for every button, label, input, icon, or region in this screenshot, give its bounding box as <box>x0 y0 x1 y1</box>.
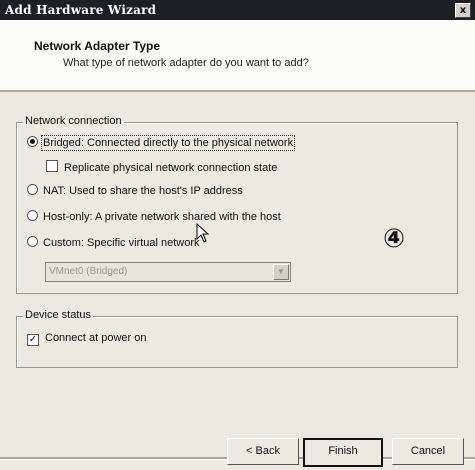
window-title: Add Hardware Wizard <box>5 3 157 17</box>
wizard-header: Network Adapter Type What type of networ… <box>0 20 475 92</box>
custom-network-select-value: VMnet0 (Bridged) <box>49 266 128 277</box>
device-status-legend: Device status <box>23 309 94 321</box>
page-title: Network Adapter Type <box>34 39 161 53</box>
chevron-down-icon[interactable]: ▼ <box>273 264 289 280</box>
connect-at-power-on-box[interactable]: ✓ <box>27 334 39 346</box>
mouse-cursor-icon <box>196 223 210 243</box>
replicate-checkbox-label: Replicate physical network connection st… <box>64 162 278 174</box>
radio-bridged[interactable]: Bridged: Connected directly to the physi… <box>27 135 296 151</box>
step-number-marker: ④ <box>383 224 406 254</box>
page-subtitle: What type of network adapter do you want… <box>63 57 309 69</box>
connect-at-power-on-label: Connect at power on <box>45 332 147 344</box>
radio-host-only-indicator[interactable] <box>27 210 38 221</box>
radio-nat-indicator[interactable] <box>27 184 38 195</box>
finish-button[interactable]: Finish <box>303 438 383 467</box>
radio-host-only[interactable]: Host-only: A private network shared with… <box>27 210 281 223</box>
radio-nat[interactable]: NAT: Used to share the host's IP address <box>27 184 243 197</box>
back-button[interactable]: < Back <box>227 438 299 465</box>
replicate-checkbox[interactable]: Replicate physical network connection st… <box>46 160 277 174</box>
radio-custom-label: Custom: Specific virtual network <box>43 237 200 249</box>
title-bar: Add Hardware Wizard x <box>0 0 475 20</box>
connect-at-power-on-checkbox[interactable]: ✓ Connect at power on <box>27 332 147 346</box>
radio-bridged-indicator[interactable] <box>27 136 38 147</box>
cancel-button[interactable]: Cancel <box>392 438 464 465</box>
radio-custom[interactable]: Custom: Specific virtual network <box>27 236 200 249</box>
custom-network-select[interactable]: VMnet0 (Bridged) ▼ <box>45 262 291 282</box>
close-button[interactable]: x <box>455 3 471 18</box>
radio-nat-label: NAT: Used to share the host's IP address <box>43 185 243 197</box>
network-connection-legend: Network connection <box>23 115 124 127</box>
radio-custom-indicator[interactable] <box>27 236 38 247</box>
radio-host-only-label: Host-only: A private network shared with… <box>43 211 281 223</box>
replicate-checkbox-box[interactable] <box>46 160 58 172</box>
radio-bridged-label: Bridged: Connected directly to the physi… <box>40 135 296 151</box>
